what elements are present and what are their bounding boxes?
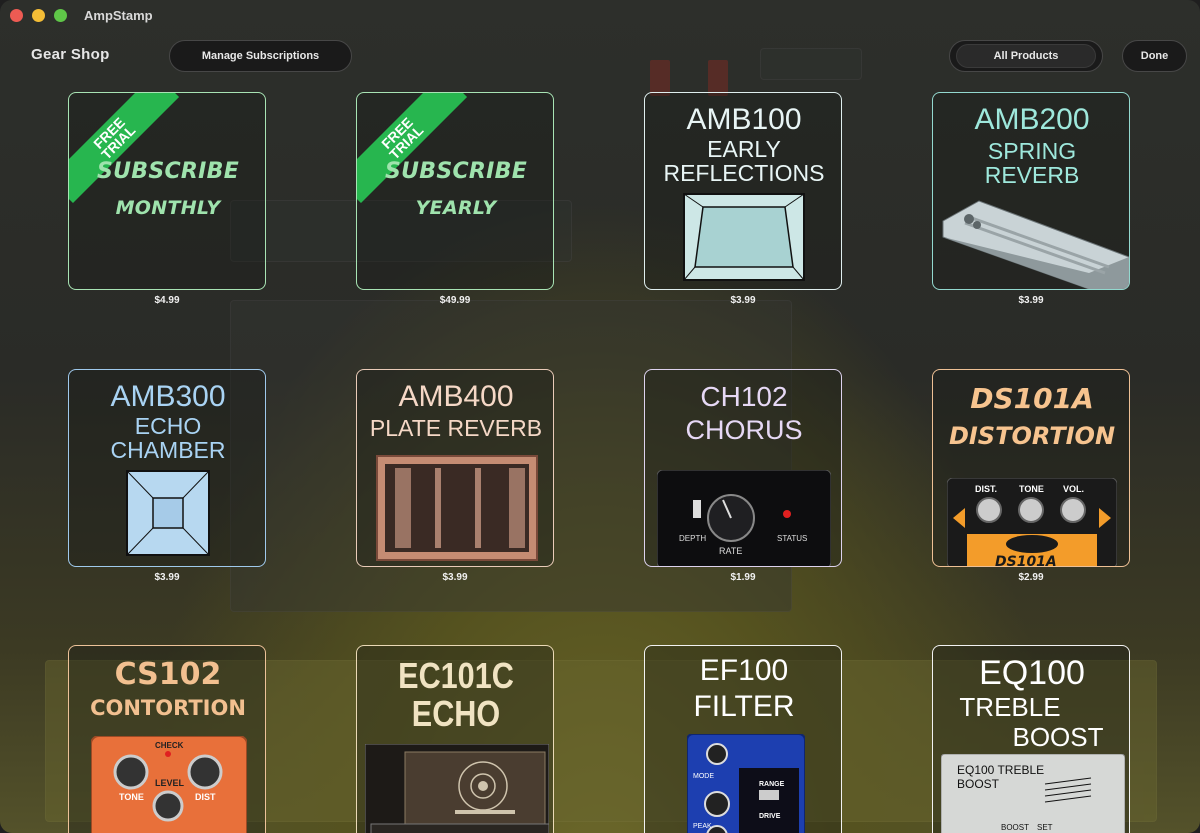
tone-label: TONE (1019, 484, 1044, 494)
product-code: CH102 (700, 381, 788, 412)
plate-reverb-illustration (376, 455, 538, 561)
pedal-name-label: EQ100 TREBLE (957, 763, 1044, 777)
product-name: DISTORTION (948, 422, 1116, 450)
spring-tank-illustration (942, 200, 1129, 289)
product-code: AMB200 (974, 103, 1090, 136)
product-name: FILTER (693, 690, 795, 723)
product-code: EF100 (699, 654, 789, 687)
mode-label: MODE (693, 773, 714, 780)
level-label: LEVEL (155, 778, 185, 788)
distortion-pedal-illustration: DIST. TONE VOL. DS101A (947, 478, 1117, 567)
product-name: SPRING (987, 138, 1077, 164)
product-name: CHORUS (685, 415, 803, 445)
product-code: DS101A (970, 382, 1094, 415)
plan-label: MONTHLY (115, 197, 221, 219)
price-label: $4.99 (154, 295, 180, 306)
dist-label: DIST (195, 792, 216, 802)
product-name: TREBLE (959, 692, 1061, 722)
product-name: EARLY (707, 136, 781, 162)
product-card-eq100[interactable]: EQ100 TREBLE BOOST EQ100 TREBLE BOOST BO… (932, 645, 1130, 833)
price-label: $3.99 (730, 295, 756, 306)
product-card-amb100[interactable]: AMB100 EARLY REFLECTIONS (644, 92, 842, 290)
plan-label: YEARLY (415, 197, 497, 219)
product-code: AMB300 (110, 380, 226, 413)
product-name: ECHO (411, 693, 501, 734)
filter-pedal-illustration: MODE RANGE DRIVE PEAK (687, 734, 805, 833)
range-label: RANGE (759, 781, 785, 788)
done-button[interactable]: Done (1122, 40, 1187, 72)
product-card-amb400[interactable]: AMB400 PLATE REVERB (356, 369, 554, 567)
product-card-amb200[interactable]: AMB200 SPRING REVERB (932, 92, 1130, 290)
drive-label: DRIVE (759, 813, 781, 820)
free-trial-ribbon: FREE TRIAL (357, 93, 468, 204)
product-filter[interactable]: All Products (949, 40, 1103, 72)
product-name: REFLECTIONS (663, 160, 825, 186)
check-label: CHECK (155, 741, 184, 750)
product-name: PLATE REVERB (369, 415, 543, 441)
dist-label: DIST. (975, 484, 997, 494)
app-window: AmpStamp Gear Shop Manage Subscriptions … (0, 0, 1200, 833)
price-label: $2.99 (1018, 572, 1044, 583)
treble-boost-illustration: EQ100 TREBLE BOOST BOOST SET (941, 754, 1125, 833)
price-label: $49.99 (439, 295, 471, 306)
product-code: AMB400 (398, 380, 514, 413)
subscribe-label: SUBSCRIBE (384, 159, 528, 184)
zoom-window-button[interactable] (54, 9, 67, 22)
price-label: $1.99 (730, 572, 756, 583)
close-window-button[interactable] (10, 9, 23, 22)
knob-set-label: SET (1037, 823, 1053, 832)
price-label: $3.99 (1018, 295, 1044, 306)
depth-label: DEPTH (679, 534, 706, 543)
product-name: CHAMBER (110, 437, 226, 463)
contortion-pedal-illustration: CHECK LEVEL TONE DIST (91, 736, 247, 833)
echo-unit-illustration (365, 744, 549, 833)
product-card-subscribe-monthly[interactable]: FREE TRIAL SUBSCRIBE MONTHLY (68, 92, 266, 290)
all-products-segment[interactable]: All Products (956, 44, 1096, 68)
peak-label: PEAK (693, 823, 712, 830)
price-label: $3.99 (442, 572, 468, 583)
manage-subscriptions-button[interactable]: Manage Subscriptions (169, 40, 352, 72)
pedal-boost-label: BOOST (957, 777, 1000, 791)
room-box-illustration (683, 193, 805, 281)
status-label: STATUS (777, 534, 807, 543)
product-name: BOOST (1012, 722, 1104, 752)
product-card-ec101c[interactable]: EC101C ECHO (356, 645, 554, 833)
product-card-amb300[interactable]: AMB300 ECHO CHAMBER (68, 369, 266, 567)
product-card-ds101a[interactable]: DS101A DISTORTION DIST. TONE VOL. DS101A (932, 369, 1130, 567)
product-card-subscribe-yearly[interactable]: FREE TRIAL SUBSCRIBE YEARLY (356, 92, 554, 290)
product-card-cs102[interactable]: CS102 CONTORTION CHECK LEVEL TONE DIST (68, 645, 266, 833)
pedal-model-label: DS101A (995, 554, 1057, 567)
product-card-ch102[interactable]: CH102 CHORUS DEPTH RATE STATUS (644, 369, 842, 567)
product-name: CONTORTION (90, 696, 246, 720)
rate-label: RATE (719, 546, 742, 556)
chorus-pedal-illustration: DEPTH RATE STATUS (657, 470, 831, 566)
product-code: EC101C (398, 655, 514, 696)
window-title: AmpStamp (84, 8, 153, 23)
product-name: REVERB (984, 162, 1080, 188)
product-card-ef100[interactable]: EF100 FILTER MODE RANGE DRIVE PEAK (644, 645, 842, 833)
gear-shop-title: Gear Shop (31, 46, 110, 63)
title-bar: AmpStamp (0, 0, 1200, 32)
product-code: AMB100 (686, 103, 802, 136)
minimize-window-button[interactable] (32, 9, 45, 22)
free-trial-ribbon: FREE TRIAL (69, 93, 180, 204)
product-code: CS102 (114, 657, 222, 692)
product-name: ECHO (134, 413, 202, 439)
chamber-box-illustration (126, 470, 210, 556)
price-label: $3.99 (154, 572, 180, 583)
knob-boost-label: BOOST (1001, 823, 1029, 832)
tone-label: TONE (119, 792, 144, 802)
subscribe-label: SUBSCRIBE (96, 159, 240, 184)
product-code: EQ100 (979, 654, 1085, 692)
vol-label: VOL. (1063, 484, 1084, 494)
